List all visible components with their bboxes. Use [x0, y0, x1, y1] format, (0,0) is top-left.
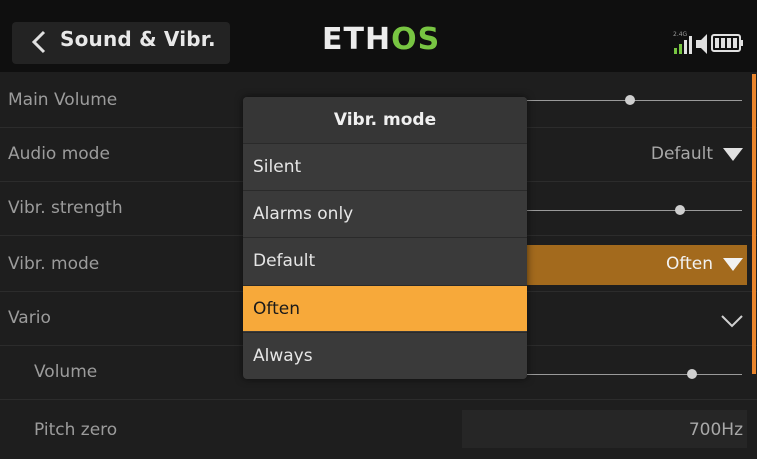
audio-mode-label: Audio mode — [8, 144, 110, 164]
main-volume-label: Main Volume — [8, 90, 118, 110]
option-often[interactable]: Often — [243, 285, 527, 331]
audio-mode-value[interactable]: Default — [651, 144, 713, 164]
option-always[interactable]: Always — [243, 332, 527, 378]
scrollbar[interactable] — [752, 74, 756, 374]
vario-volume-label: Volume — [34, 362, 98, 382]
dialog-title: Vibr. mode — [243, 97, 527, 143]
vario-label: Vario — [8, 308, 51, 328]
caret-down-icon[interactable] — [723, 148, 743, 162]
vibr-mode-dialog: Vibr. mode Silent Alarms only Default Of… — [243, 97, 527, 379]
status-icons: 2.4G — [673, 31, 743, 54]
chevron-left-icon[interactable] — [30, 30, 48, 54]
row-pitch-zero: Pitch zero 700Hz — [0, 404, 757, 458]
vibr-strength-knob[interactable] — [675, 205, 686, 215]
vibr-mode-label: Vibr. mode — [8, 254, 100, 274]
speaker-icon — [696, 34, 707, 54]
page-title: Sound & Vibr. — [60, 27, 216, 51]
option-alarms-only[interactable]: Alarms only — [243, 190, 527, 236]
option-default[interactable]: Default — [243, 237, 527, 283]
signal-band-label: 2.4G — [673, 31, 688, 38]
signal-strength-icon — [674, 36, 692, 54]
main-volume-knob[interactable] — [625, 95, 635, 105]
caret-down-icon[interactable] — [723, 258, 743, 272]
vibr-strength-label: Vibr. strength — [8, 198, 123, 218]
top-bar: Sound & Vibr. ETHOS 2.4G — [0, 0, 757, 72]
chevron-down-icon[interactable] — [720, 314, 744, 328]
battery-icon — [711, 34, 743, 52]
pitch-zero-label: Pitch zero — [34, 420, 118, 440]
option-silent[interactable]: Silent — [243, 143, 527, 189]
vibr-mode-value[interactable]: Often — [666, 254, 713, 274]
pitch-zero-value[interactable]: 700Hz — [689, 420, 743, 440]
ethos-logo: ETHOS — [322, 22, 441, 57]
vario-volume-knob[interactable] — [686, 369, 697, 379]
